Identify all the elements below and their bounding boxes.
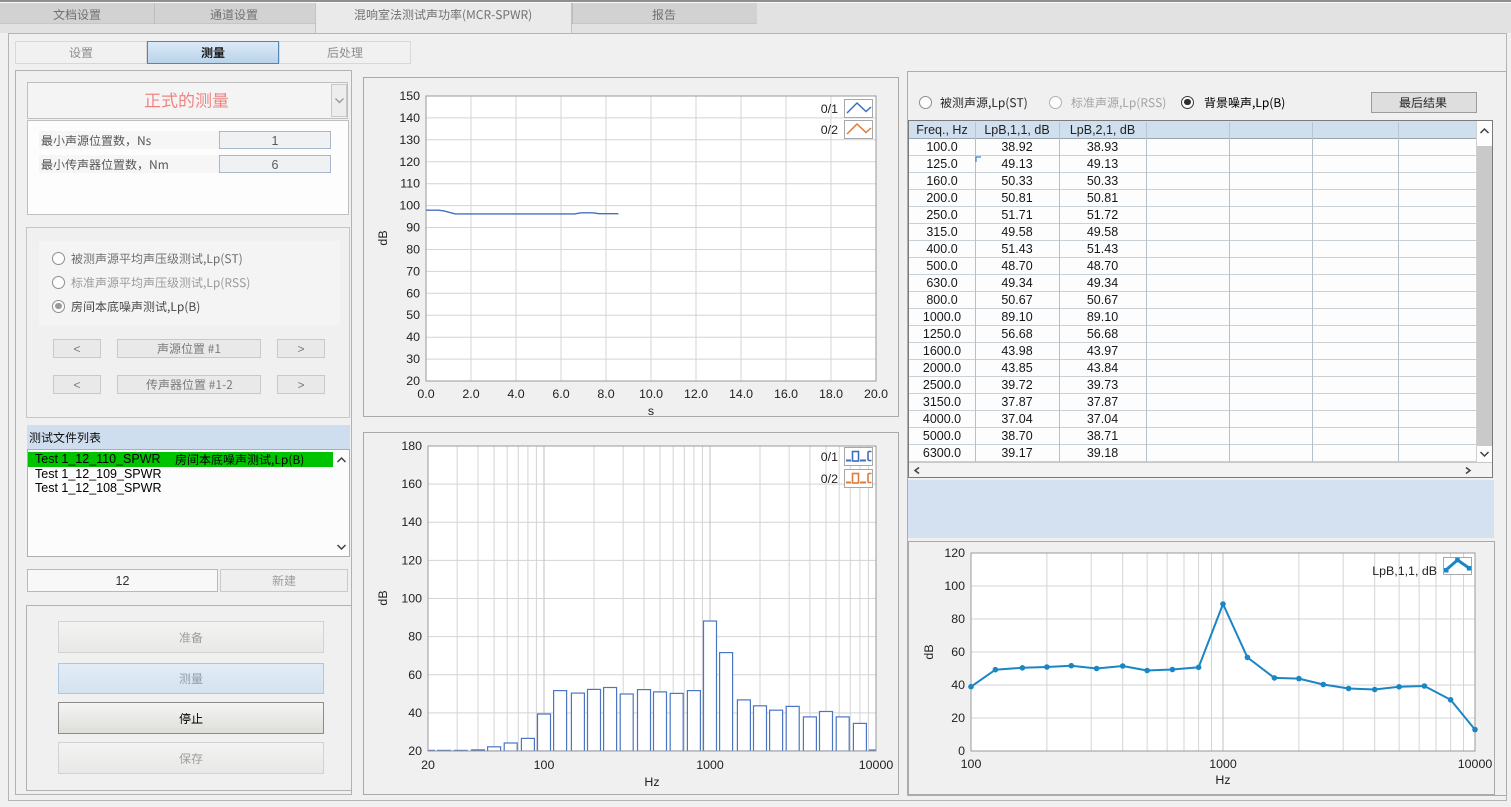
svg-text:120: 120	[944, 546, 965, 560]
svg-text:80: 80	[408, 630, 422, 644]
svg-text:0/1: 0/1	[821, 450, 838, 464]
svg-text:10000: 10000	[859, 758, 894, 772]
svg-text:4.0: 4.0	[507, 387, 524, 401]
svg-text:LpB,1,1, dB: LpB,1,1, dB	[1372, 564, 1437, 578]
svg-text:140: 140	[401, 515, 422, 529]
svg-text:20.0: 20.0	[864, 387, 888, 401]
svg-text:8.0: 8.0	[597, 387, 614, 401]
svg-text:1000: 1000	[1209, 757, 1237, 771]
svg-text:40: 40	[406, 330, 420, 344]
svg-text:80: 80	[406, 243, 420, 257]
svg-text:0.0: 0.0	[417, 387, 434, 401]
svg-text:10000: 10000	[1458, 757, 1493, 771]
svg-text:70: 70	[406, 264, 420, 278]
svg-text:120: 120	[399, 155, 420, 169]
svg-text:s: s	[648, 404, 654, 417]
svg-text:90: 90	[406, 221, 420, 235]
svg-text:0/1: 0/1	[821, 102, 838, 116]
svg-text:0/2: 0/2	[821, 472, 838, 486]
svg-text:160: 160	[401, 477, 422, 491]
svg-text:0: 0	[958, 744, 965, 758]
svg-text:100: 100	[944, 579, 965, 593]
svg-text:100: 100	[401, 592, 422, 606]
svg-text:180: 180	[401, 439, 422, 453]
svg-text:dB: dB	[922, 644, 936, 659]
svg-text:dB: dB	[376, 230, 390, 245]
svg-text:80: 80	[951, 612, 965, 626]
svg-text:2.0: 2.0	[462, 387, 479, 401]
svg-text:150: 150	[399, 89, 420, 103]
svg-text:6.0: 6.0	[552, 387, 569, 401]
svg-text:100: 100	[961, 757, 982, 771]
svg-text:10.0: 10.0	[639, 387, 663, 401]
svg-text:140: 140	[399, 111, 420, 125]
svg-text:60: 60	[406, 286, 420, 300]
svg-text:Hz: Hz	[1215, 773, 1230, 787]
svg-text:18.0: 18.0	[819, 387, 843, 401]
svg-text:40: 40	[408, 706, 422, 720]
svg-text:20: 20	[421, 758, 435, 772]
svg-text:20: 20	[406, 374, 420, 388]
svg-text:1000: 1000	[696, 758, 724, 772]
svg-text:40: 40	[951, 678, 965, 692]
svg-text:110: 110	[400, 177, 420, 191]
svg-text:60: 60	[408, 668, 422, 682]
svg-text:20: 20	[408, 744, 422, 758]
svg-text:16.0: 16.0	[774, 387, 798, 401]
svg-text:Hz: Hz	[644, 775, 659, 789]
svg-text:30: 30	[406, 352, 420, 366]
svg-text:14.0: 14.0	[729, 387, 753, 401]
svg-text:100: 100	[399, 199, 420, 213]
svg-text:dB: dB	[376, 590, 390, 605]
svg-text:0/2: 0/2	[821, 123, 838, 137]
svg-text:100: 100	[534, 758, 555, 772]
svg-text:120: 120	[401, 553, 422, 567]
svg-text:50: 50	[406, 308, 420, 322]
svg-text:130: 130	[399, 133, 420, 147]
svg-text:20: 20	[951, 711, 965, 725]
svg-text:60: 60	[951, 645, 965, 659]
svg-text:12.0: 12.0	[684, 387, 708, 401]
